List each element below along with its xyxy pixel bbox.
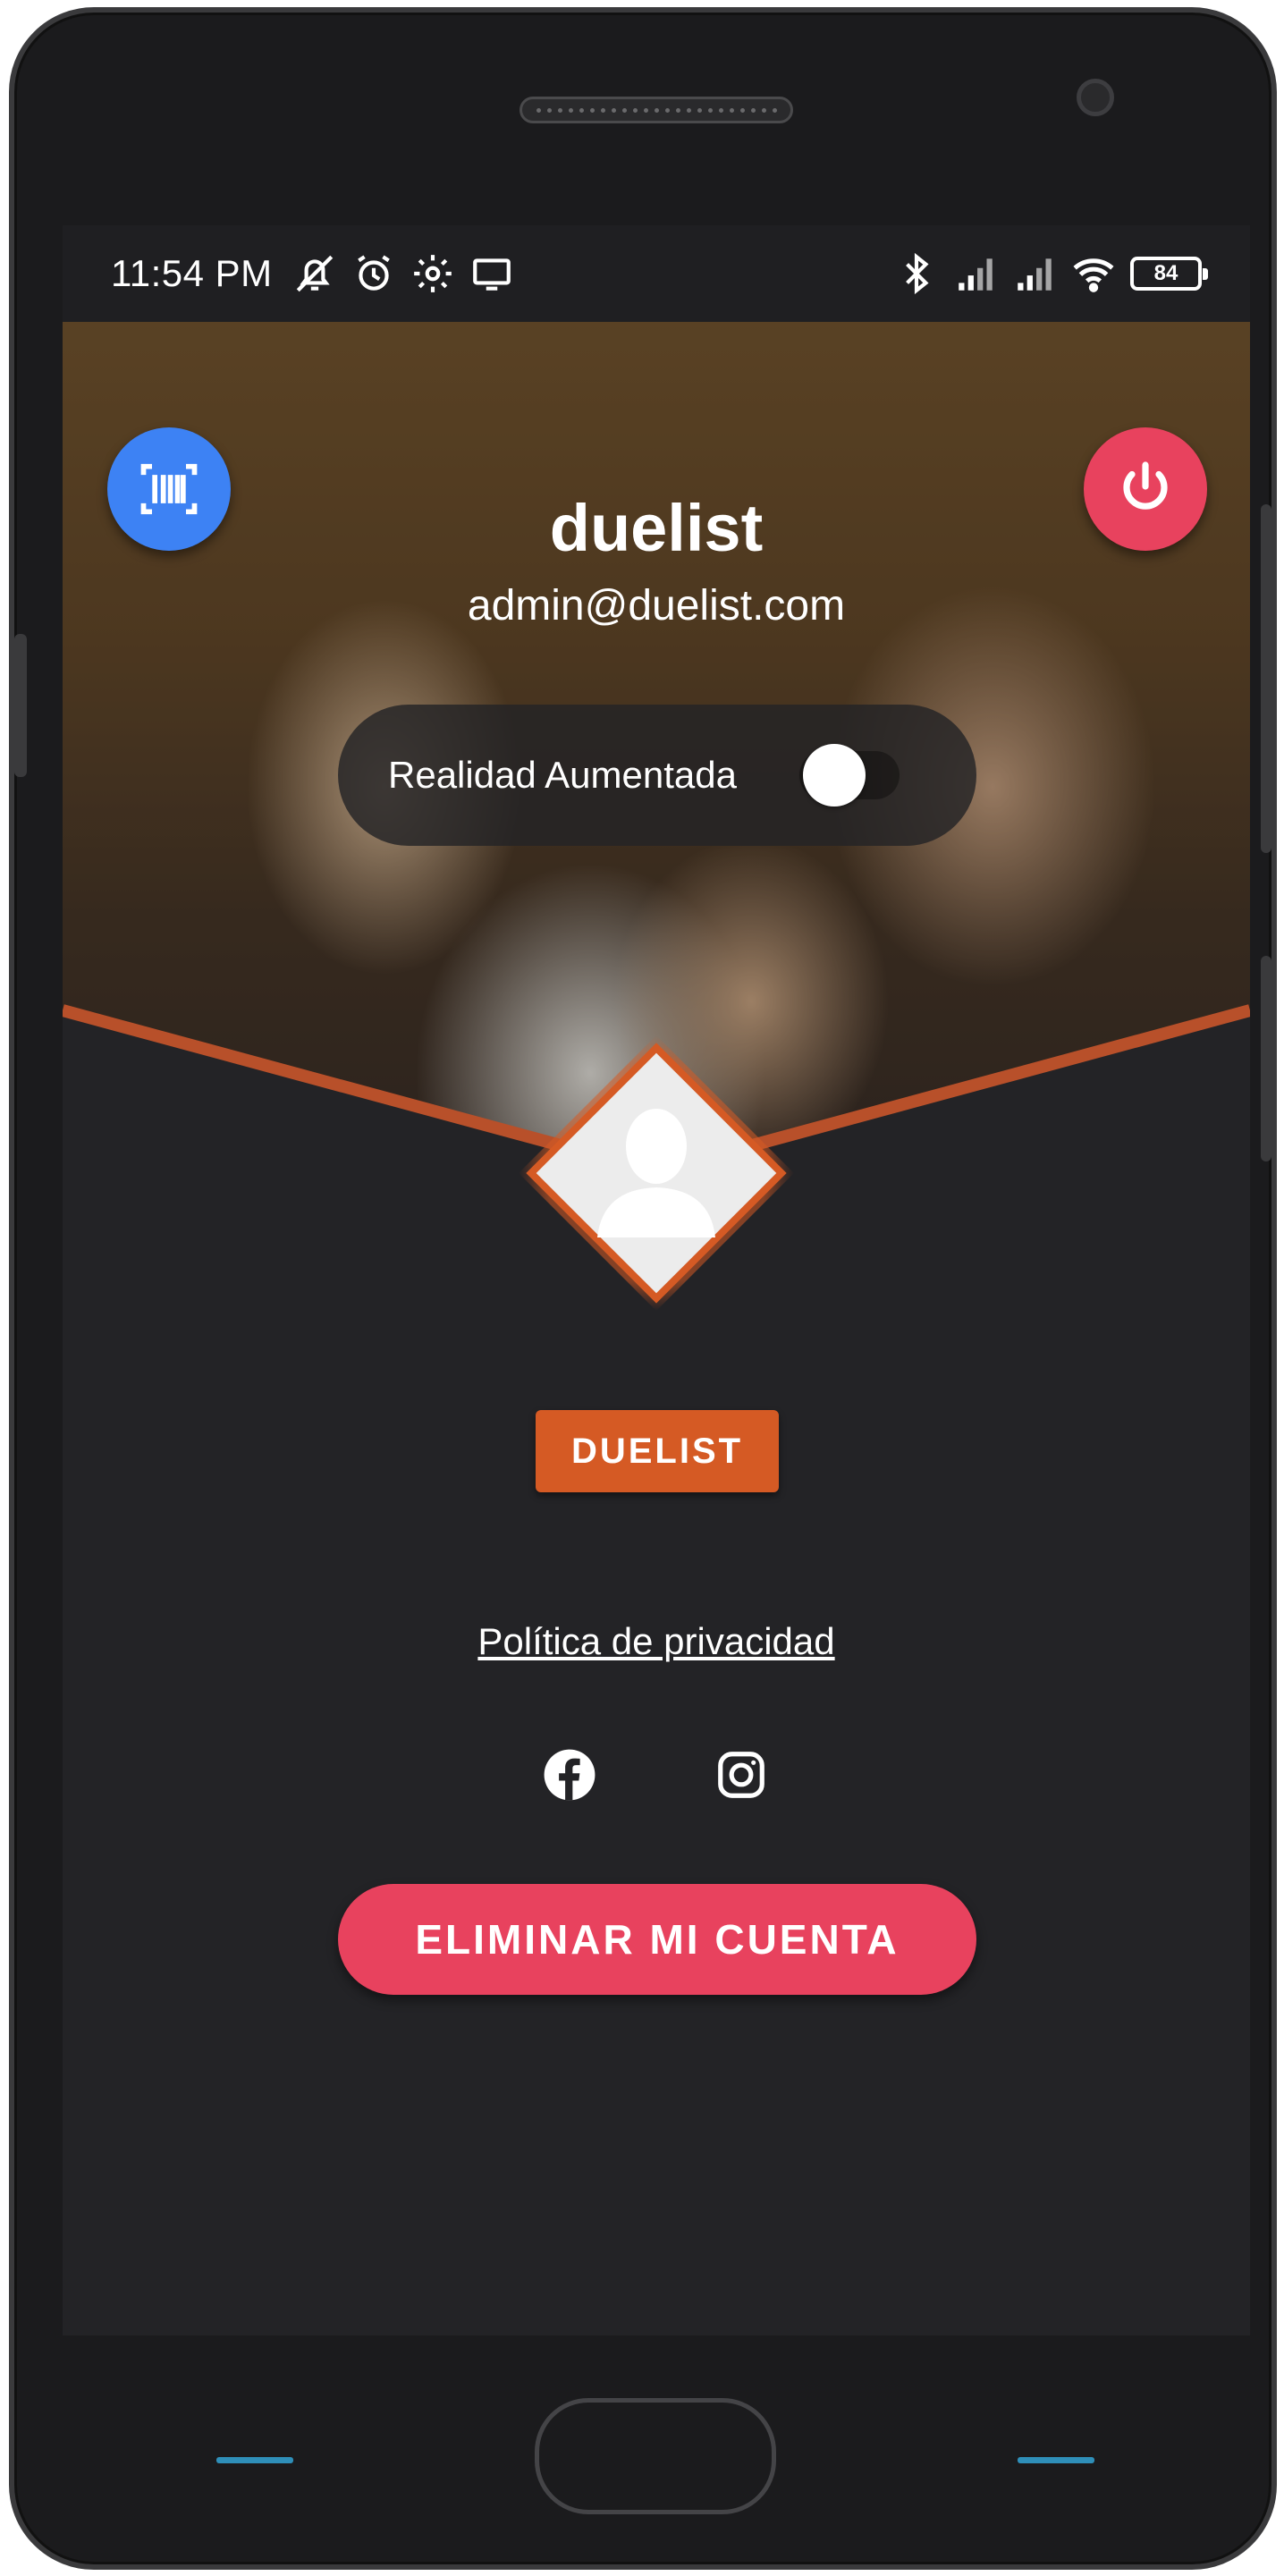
nav-recents-indicator[interactable]: [1018, 2457, 1094, 2463]
facebook-icon[interactable]: [540, 1745, 599, 1804]
notifications-off-icon: [296, 255, 333, 292]
settings-gear-icon: [413, 255, 452, 292]
ar-switch-thumb[interactable]: [803, 744, 866, 807]
ar-toggle-row[interactable]: Realidad Aumentada: [338, 705, 976, 846]
home-button[interactable]: [535, 2398, 776, 2514]
privacy-policy-link[interactable]: Política de privacidad: [63, 1620, 1250, 1663]
front-camera: [1077, 79, 1114, 116]
signal-icon: [1018, 258, 1052, 291]
battery-icon: 84: [1130, 257, 1208, 291]
alarm-icon: [357, 255, 390, 291]
instagram-icon[interactable]: [712, 1745, 771, 1804]
ar-toggle-label: Realidad Aumentada: [388, 754, 737, 796]
signal-icon: [959, 258, 993, 291]
wifi-icon: [1073, 258, 1114, 292]
profile-username: duelist: [549, 491, 764, 565]
avatar: [513, 1030, 799, 1316]
side-button: [1261, 956, 1271, 1161]
screen: 11:54 PM 84 duelist admin@duelist.com Re…: [63, 225, 1250, 2335]
volume-button: [14, 634, 27, 777]
status-time: 11:54 PM: [111, 252, 273, 294]
phone-frame: 11:54 PM 84 duelist admin@duelist.com Re…: [9, 7, 1277, 2570]
delete-account-button[interactable]: ELIMINAR MI CUENTA: [338, 1884, 976, 1995]
power-side-button: [1261, 504, 1271, 853]
battery-level: 84: [1153, 261, 1178, 285]
status-bar: 11:54 PM 84: [63, 225, 1250, 322]
screen-cast-icon: [472, 258, 511, 291]
profile-email: admin@duelist.com: [467, 582, 846, 629]
earpiece-speaker: [520, 97, 793, 123]
bluetooth-icon: [906, 252, 929, 295]
nav-back-indicator[interactable]: [216, 2457, 293, 2463]
role-badge: DUELIST: [536, 1410, 779, 1492]
